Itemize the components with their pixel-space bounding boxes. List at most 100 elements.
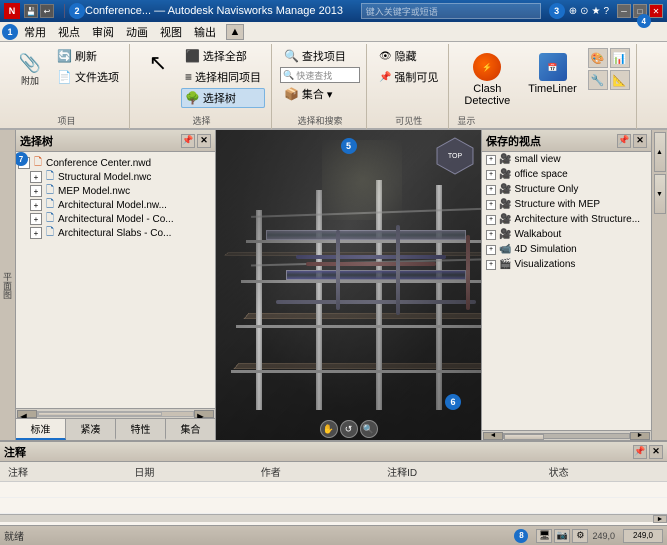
- right-panel-pin[interactable]: 📌: [617, 134, 631, 148]
- attach-button[interactable]: 📎 附加: [10, 46, 50, 90]
- tree-item-5[interactable]: + 🗋 Architectural Slabs - Co...: [18, 226, 213, 240]
- h-scroll-thumb: [38, 412, 162, 416]
- status-icon-2[interactable]: 📷: [554, 529, 570, 543]
- tree-item-2[interactable]: + 🗋 MEP Model.nwc: [18, 184, 213, 198]
- view-item-1[interactable]: + 🎥 office space: [482, 167, 651, 182]
- timeliner-button[interactable]: 📅 TimeLiner: [521, 48, 584, 98]
- select-button[interactable]: ↖: [138, 46, 178, 80]
- find-items-button[interactable]: 🔍 查找项目: [280, 46, 360, 66]
- view-expander-0[interactable]: +: [486, 155, 496, 165]
- nav-orbit-btn[interactable]: ↺: [340, 420, 358, 438]
- gather-dropdown[interactable]: ▾: [327, 88, 333, 101]
- h-scroll-right[interactable]: ►: [194, 410, 214, 418]
- tree-hscrollbar[interactable]: ◄ ►: [16, 408, 215, 418]
- file-options-button[interactable]: 📄 文件选项: [53, 67, 123, 87]
- view-expander-4[interactable]: +: [486, 215, 496, 225]
- notes-close-btn[interactable]: ✕: [649, 445, 663, 459]
- view-item-2[interactable]: + 🎥 Structure Only: [482, 182, 651, 197]
- tab-compact[interactable]: 紧凑: [66, 419, 116, 440]
- status-icon-1[interactable]: 🖥: [536, 529, 552, 543]
- undo-btn[interactable]: ↩: [40, 4, 54, 18]
- view-icon-4: 🎥: [499, 214, 511, 225]
- status-icon-3[interactable]: ⚙: [572, 529, 588, 543]
- view-expander-1[interactable]: +: [486, 170, 496, 180]
- tool-btn-1[interactable]: 🎨: [588, 48, 608, 68]
- nav-icon-2[interactable]: ⊙: [580, 6, 588, 17]
- view-item-7[interactable]: + 🎬 Visualizations: [482, 257, 651, 272]
- right-panel-close[interactable]: ✕: [633, 134, 647, 148]
- menu-review[interactable]: 审阅: [86, 22, 120, 42]
- notes-scrollbar[interactable]: ►: [0, 514, 667, 522]
- view-expander-3[interactable]: +: [486, 200, 496, 210]
- view-cube[interactable]: TOP: [435, 136, 475, 176]
- refresh-button[interactable]: 🔄 刷新: [53, 46, 123, 66]
- gather-button[interactable]: 📦 集合 ▾: [280, 84, 360, 104]
- view-expander-2[interactable]: +: [486, 185, 496, 195]
- view-expander-7[interactable]: +: [486, 260, 496, 270]
- notes-pin-btn[interactable]: 📌: [633, 445, 647, 459]
- view-expander-5[interactable]: +: [486, 230, 496, 240]
- expander-1[interactable]: +: [30, 171, 42, 183]
- nav-pan-btn[interactable]: ✋: [320, 420, 338, 438]
- h-scroll-track[interactable]: [37, 411, 194, 417]
- quick-search-box[interactable]: 🔍 快速查找: [280, 67, 360, 83]
- nav-icon-1[interactable]: ⊕: [569, 6, 577, 17]
- select-same-button[interactable]: ≡ 选择相同项目: [181, 67, 265, 87]
- nav-zoom-btn[interactable]: 🔍: [360, 420, 378, 438]
- hide-icon: 👁: [379, 51, 392, 62]
- view-expander-6[interactable]: +: [486, 245, 496, 255]
- far-right-btn-2[interactable]: ▼: [654, 174, 666, 214]
- tree-item-4[interactable]: + 🗋 Architectural Model - Co...: [18, 212, 213, 226]
- quick-access-btn[interactable]: 💾: [24, 4, 38, 18]
- left-panel-toggle[interactable]: 平面图: [0, 130, 16, 440]
- view-item-5[interactable]: + 🎥 Walkabout: [482, 227, 651, 242]
- tree-item-0[interactable]: − 🗋 Conference Center.nwd: [18, 156, 213, 170]
- menu-view[interactable]: 视图: [154, 22, 188, 42]
- help-icon[interactable]: ?: [603, 6, 609, 17]
- tool-btn-3[interactable]: 🔧: [588, 70, 608, 90]
- menu-viewpoint[interactable]: 视点: [52, 22, 86, 42]
- hide-button[interactable]: 👁 隐藏: [375, 46, 442, 66]
- expander-4[interactable]: +: [30, 213, 42, 225]
- close-button[interactable]: ✕: [649, 4, 663, 18]
- tree-item-1[interactable]: + 🗋 Structural Model.nwc: [18, 170, 213, 184]
- right-scroll-track[interactable]: [503, 433, 630, 439]
- nwd-icon-0: 🗋: [32, 157, 44, 169]
- far-right-btn-1[interactable]: ▲: [654, 132, 666, 172]
- tree-pin-button[interactable]: 📌: [181, 134, 195, 148]
- view-item-3[interactable]: + 🎥 Structure with MEP: [482, 197, 651, 212]
- menu-animation[interactable]: 动画: [120, 22, 154, 42]
- nwc-icon-5: 🗋: [44, 227, 56, 239]
- column-3: [376, 180, 382, 410]
- tool-btn-4[interactable]: 📐: [610, 70, 630, 90]
- nav-icon-3[interactable]: ★: [591, 6, 600, 17]
- select-tree-button[interactable]: 🌳 选择树: [181, 88, 265, 108]
- tab-properties[interactable]: 特性: [116, 419, 166, 440]
- menu-common[interactable]: 常用: [18, 22, 52, 42]
- menu-output[interactable]: 输出: [188, 22, 222, 42]
- view-item-4[interactable]: + 🎥 Architecture with Structure...: [482, 212, 651, 227]
- expander-2[interactable]: +: [30, 185, 42, 197]
- view-item-0[interactable]: + 🎥 small view: [482, 152, 651, 167]
- tree-item-3[interactable]: + 🗋 Architectural Model.nw...: [18, 198, 213, 212]
- select-all-button[interactable]: ⬛ 选择全部: [181, 46, 265, 66]
- h-scroll-left[interactable]: ◄: [17, 410, 37, 418]
- select-all-icon: ⬛: [185, 49, 200, 63]
- tab-standard[interactable]: 标准: [16, 419, 66, 440]
- required-visible-button[interactable]: 📌 强制可见: [375, 67, 442, 87]
- 3d-viewport[interactable]: 5 6 ✋ ↺ 🔍 TOP: [216, 130, 481, 440]
- right-panel-scrollbar[interactable]: ◄ ►: [482, 430, 651, 440]
- tab-sets[interactable]: 集合: [166, 419, 215, 440]
- scroll-right-btn[interactable]: ►: [630, 432, 650, 440]
- ribbon-collapse-btn[interactable]: ▲: [226, 24, 244, 40]
- notes-scroll-btn[interactable]: ►: [653, 515, 667, 523]
- clash-detective-button[interactable]: ⚡ Clash Detective: [457, 48, 517, 110]
- scroll-left-btn[interactable]: ◄: [483, 432, 503, 440]
- expander-3[interactable]: +: [30, 199, 42, 211]
- tree-close-button[interactable]: ✕: [197, 134, 211, 148]
- tool-btn-2[interactable]: 📊: [610, 48, 630, 68]
- nwc-icon-2: 🗋: [44, 185, 56, 197]
- expander-5[interactable]: +: [30, 227, 42, 239]
- minimize-button[interactable]: ─: [617, 4, 631, 18]
- view-item-6[interactable]: + 📹 4D Simulation: [482, 242, 651, 257]
